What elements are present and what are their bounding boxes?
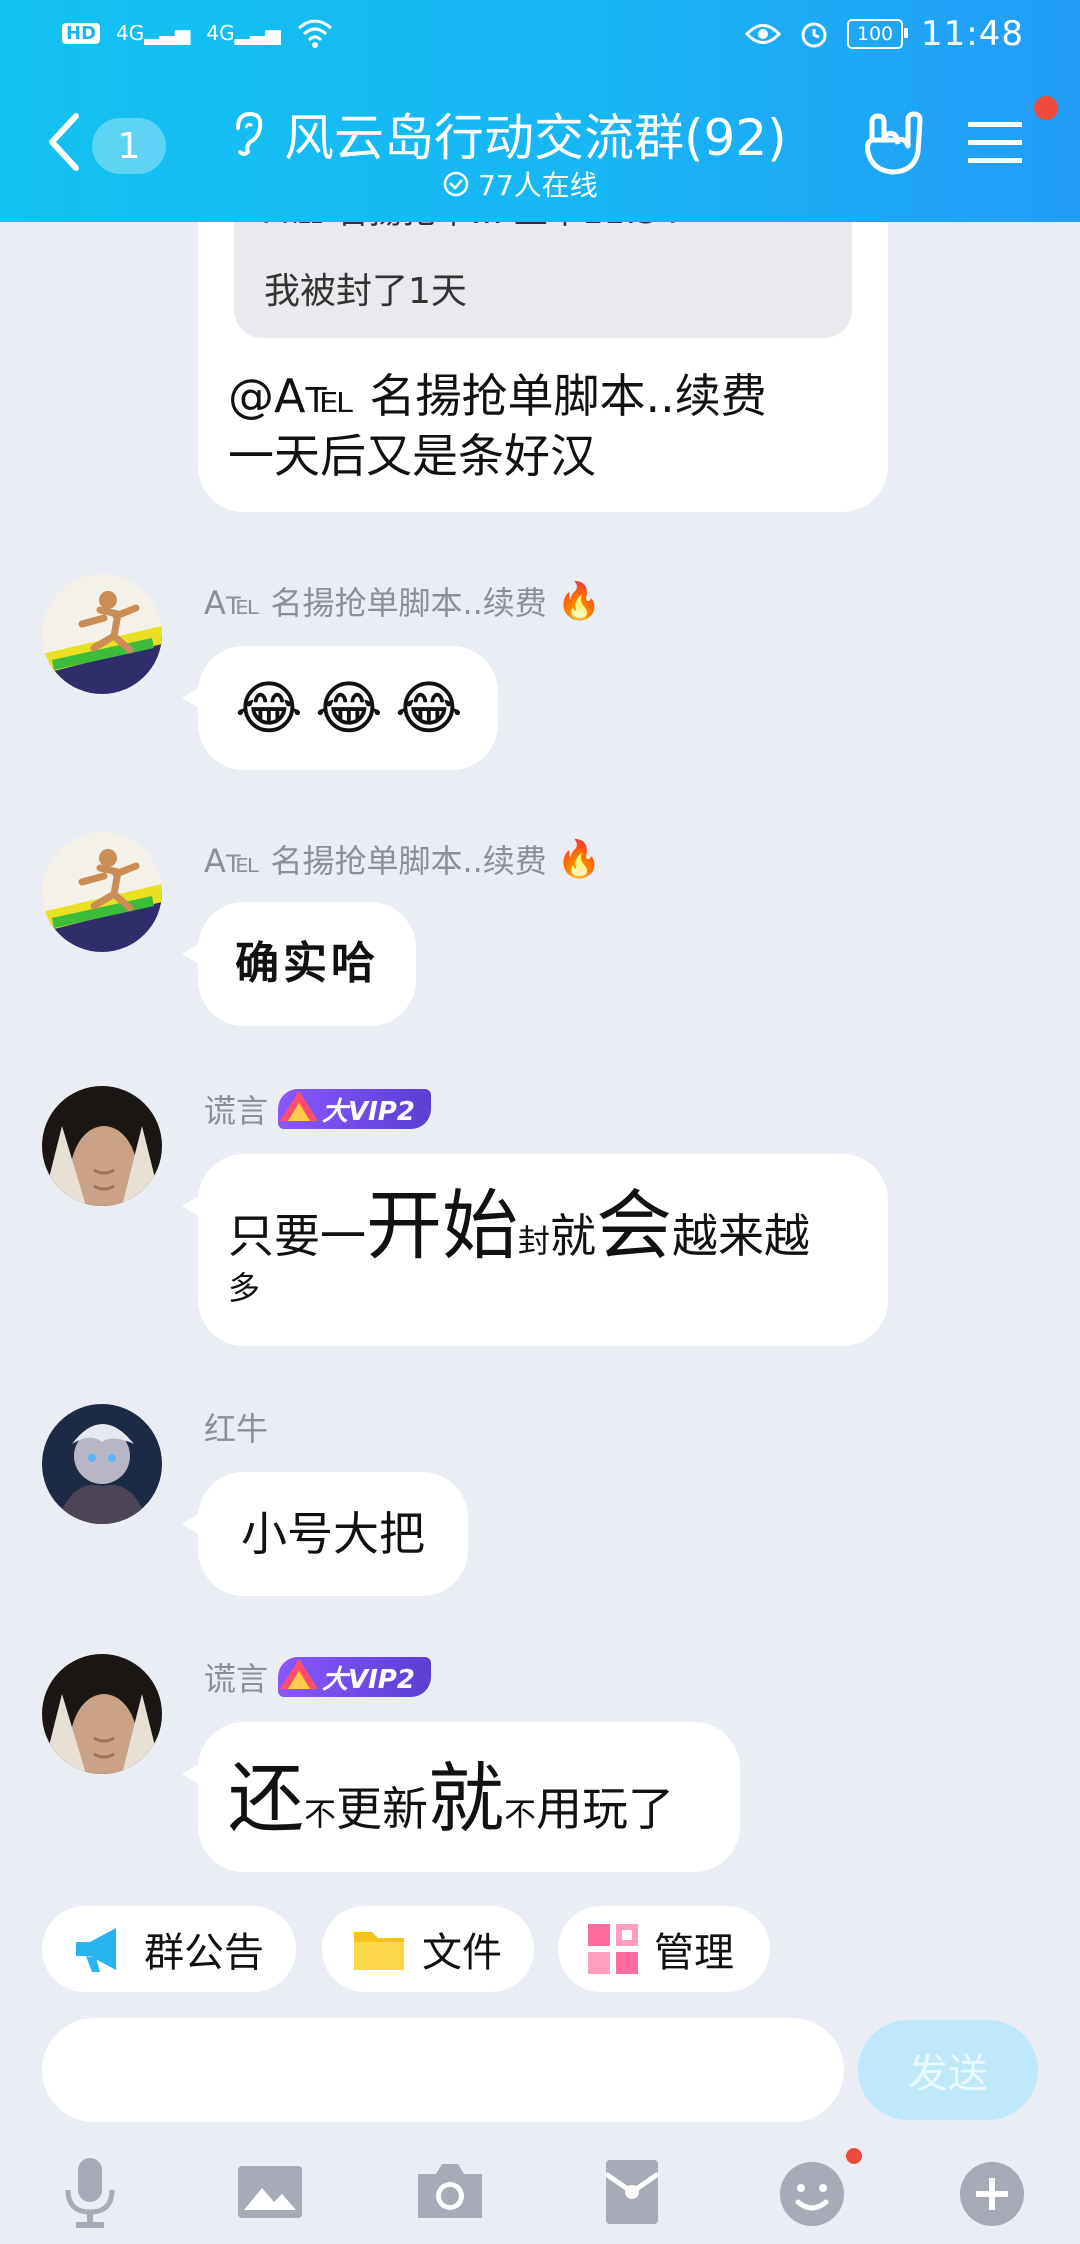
status-bar: HD 4G▂▃▅ 4G▂▃▅ 100 11:48 <box>0 0 1080 72</box>
folder-icon <box>354 1932 404 1970</box>
status-left: HD 4G▂▃▅ 4G▂▃▅ <box>62 18 333 48</box>
battery-icon: 100 <box>847 19 909 49</box>
menu-icon[interactable] <box>968 118 1022 168</box>
message-text: 小号大把 <box>241 1507 425 1561</box>
message-bubble[interactable]: 确实哈 <box>182 902 416 1026</box>
online-status: 77人在线 <box>230 164 810 204</box>
mention-text[interactable]: @A℡ 名揚抢单脚本..续费 <box>228 366 868 426</box>
back-chevron-icon[interactable] <box>44 112 84 172</box>
chat-header: HD 4G▂▃▅ 4G▂▃▅ 100 11:48 1 风云岛行动交流群(92) … <box>0 0 1080 222</box>
quoted-message[interactable]: A℡ 名揚抢单... 上午11:34 我被封了1天 <box>234 192 852 338</box>
reply-body: 一天后又是条好汉 <box>228 429 596 483</box>
avatar[interactable] <box>42 1654 162 1774</box>
reply-text: @A℡ 名揚抢单脚本..续费 一天后又是条好汉 <box>228 366 868 486</box>
message-text: 确实哈 <box>235 938 379 989</box>
fire-icon: 🔥 <box>556 839 602 880</box>
sender-name: A℡ 名揚抢单脚本..续费 🔥 <box>204 839 602 880</box>
emoji-notification-dot <box>846 2148 862 2164</box>
image-icon[interactable] <box>230 2152 310 2232</box>
check-circle-icon <box>443 171 469 197</box>
microphone-icon[interactable] <box>50 2152 130 2232</box>
message-input[interactable] <box>42 2018 844 2122</box>
signal-icon: 4G▂▃▅ <box>206 21 281 45</box>
avatar[interactable] <box>42 832 162 952</box>
quoted-message-text: 我被封了1天 <box>264 271 467 312</box>
message-bubble[interactable]: 😂 😂 😂 <box>182 646 498 770</box>
input-toolbar <box>0 2140 1080 2244</box>
vip-crown-icon <box>280 1091 319 1121</box>
alarm-icon <box>801 22 827 48</box>
status-time: 11:48 <box>921 14 1024 54</box>
rock-hand-gesture-icon[interactable] <box>858 110 924 176</box>
chat-message-list[interactable]: A℡ 名揚抢单... 上午11:34 我被封了1天 @A℡ 名揚抢单脚本..续费… <box>0 0 1080 1890</box>
hd-badge: HD <box>62 22 101 44</box>
red-packet-icon[interactable] <box>592 2152 672 2232</box>
plus-icon[interactable] <box>952 2152 1032 2232</box>
emoji-icon[interactable] <box>772 2152 852 2232</box>
send-button[interactable]: 发送 <box>858 2020 1038 2120</box>
vip-crown-icon <box>280 1659 319 1689</box>
avatar[interactable] <box>42 1086 162 1206</box>
message-bubble[interactable]: 只要一开始封就会越来越多 <box>182 1154 888 1346</box>
page-title: 风云岛行动交流群(92) <box>230 98 810 170</box>
chat-title-area[interactable]: 风云岛行动交流群(92) 77人在线 <box>230 98 810 202</box>
message-text: 还不更新就不用玩了 <box>228 1754 675 1843</box>
megaphone-icon <box>76 1928 116 1972</box>
camera-icon[interactable] <box>410 2152 490 2232</box>
sender-name: 谎言 大VIP2 <box>204 1654 431 1700</box>
sender-name: A℡ 名揚抢单脚本..续费 🔥 <box>204 581 602 622</box>
status-right: 100 11:48 <box>745 14 1024 54</box>
message-bubble[interactable]: 小号大把 <box>182 1472 468 1596</box>
message-bubble[interactable]: 还不更新就不用玩了 <box>182 1722 740 1872</box>
signal-icon: 4G▂▃▅ <box>116 21 191 45</box>
fire-icon: 🔥 <box>556 581 602 622</box>
vip-badge: 大VIP2 <box>278 1657 431 1697</box>
laugh-cry-emoji-icon: 😂 <box>395 674 463 742</box>
sender-name: 谎言 大VIP2 <box>204 1086 431 1132</box>
wifi-icon <box>297 19 332 48</box>
laugh-cry-emoji-icon: 😂 <box>235 674 303 742</box>
laugh-cry-emoji-icon: 😂 <box>315 674 383 742</box>
eye-icon <box>745 24 782 44</box>
files-button[interactable]: 文件 <box>322 1906 534 1992</box>
notification-dot <box>1034 96 1058 120</box>
avatar[interactable] <box>42 1404 162 1524</box>
vip-badge: 大VIP2 <box>278 1089 431 1129</box>
avatar[interactable] <box>42 574 162 694</box>
manage-button[interactable]: 管理 <box>558 1906 770 1992</box>
announcement-button[interactable]: 群公告 <box>42 1906 296 1992</box>
unread-count-badge[interactable]: 1 <box>92 118 166 174</box>
message-text: 只要一开始封就会越来越多 <box>228 1181 811 1308</box>
grid-manage-icon <box>588 1924 638 1974</box>
ear-icon <box>236 111 263 156</box>
sender-name: 红牛 <box>204 1410 269 1448</box>
